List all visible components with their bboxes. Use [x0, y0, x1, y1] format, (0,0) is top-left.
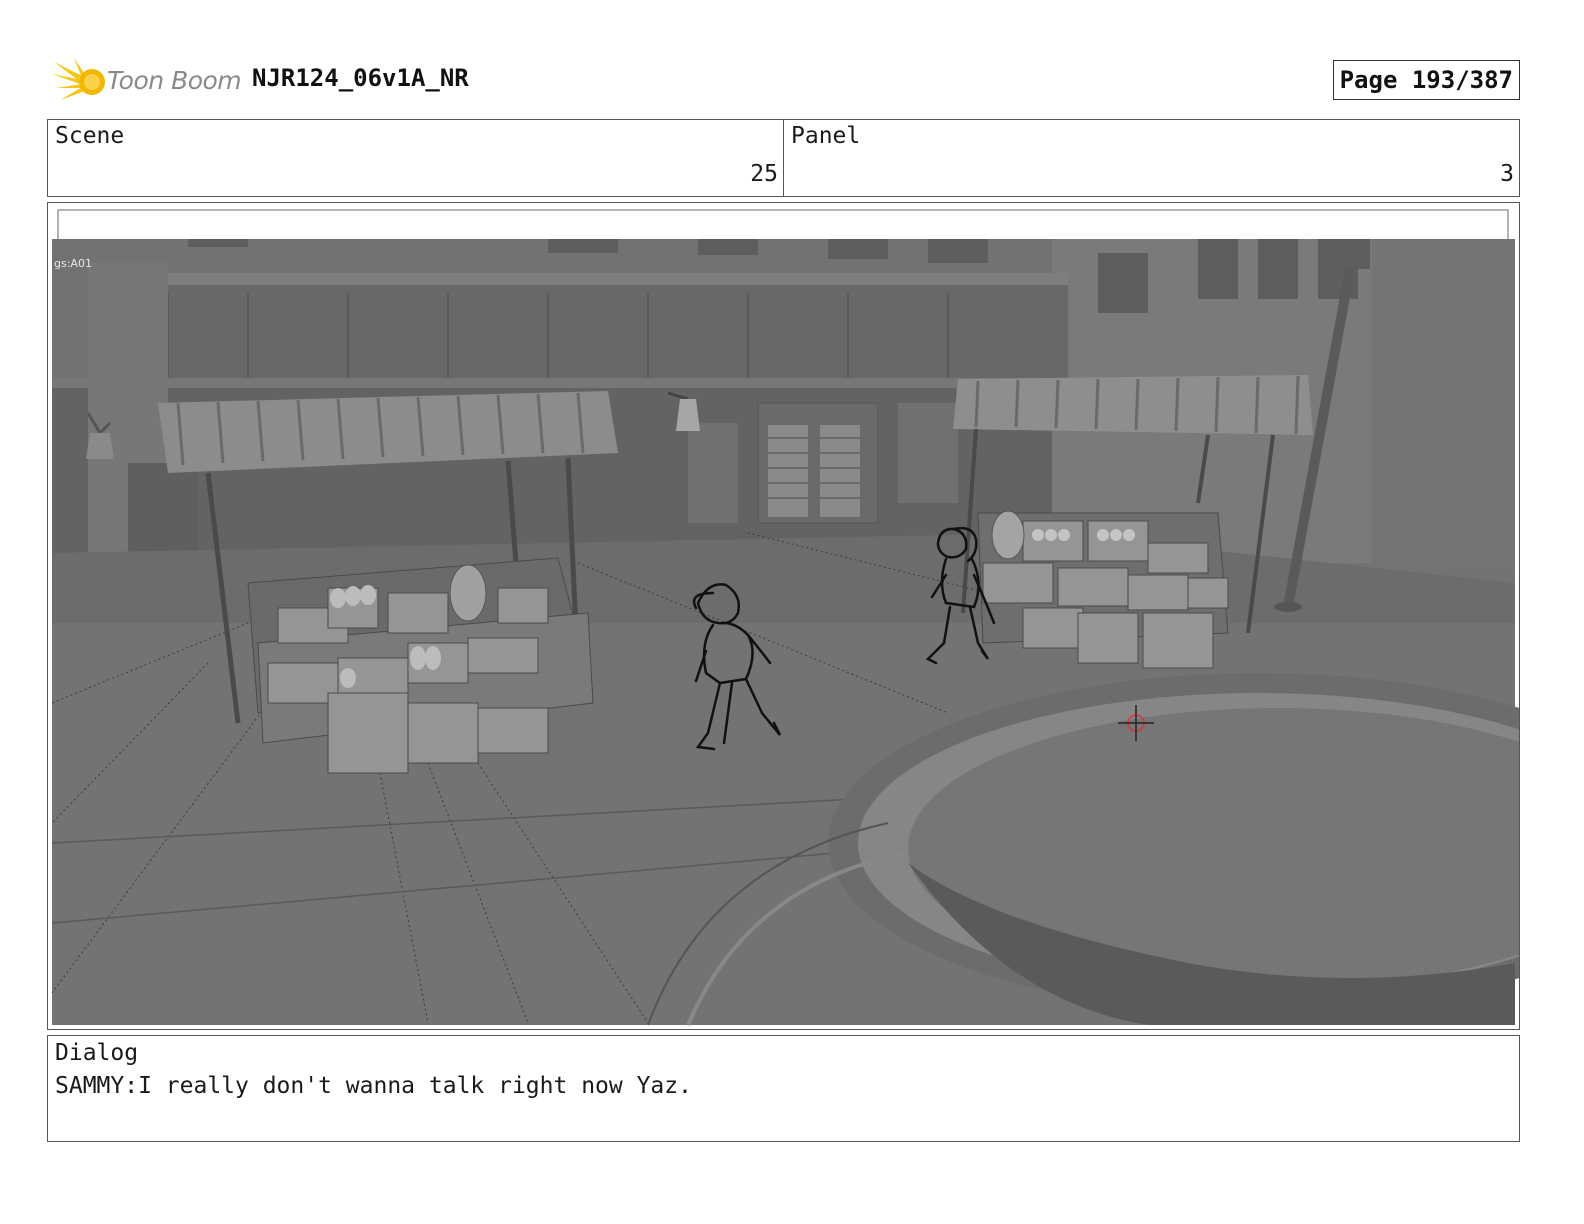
- market-square-scene-image: gs:A01: [48, 203, 1519, 1029]
- page-counter: Page 193/387: [1332, 60, 1520, 100]
- storyboard-header: Toon Boom NJR124_06v1A_NR Page 193/387: [48, 56, 1520, 106]
- camera-tag: gs:A01: [54, 257, 92, 270]
- panel-image-frame: gs:A01: [47, 202, 1520, 1030]
- scene-panel-row: Scene 25 Panel 3: [47, 119, 1520, 197]
- scene-number: 25: [750, 161, 778, 187]
- project-title: NJR124_06v1A_NR: [252, 64, 469, 92]
- dialog-box: Dialog SAMMY:I really don't wanna talk r…: [47, 1035, 1520, 1142]
- panel-label: Panel: [791, 123, 861, 149]
- toon-boom-logo: Toon Boom: [52, 56, 242, 106]
- brand-name: Toon Boom: [107, 66, 242, 95]
- dialog-line: SAMMY:I really don't wanna talk right no…: [55, 1073, 692, 1099]
- dialog-label: Dialog: [55, 1040, 139, 1066]
- scene-label: Scene: [55, 123, 125, 149]
- panel-number: 3: [1500, 161, 1514, 187]
- scene-cell: Scene 25: [48, 120, 784, 196]
- toon-boom-starburst-icon: [52, 58, 105, 100]
- panel-cell: Panel 3: [784, 120, 1519, 196]
